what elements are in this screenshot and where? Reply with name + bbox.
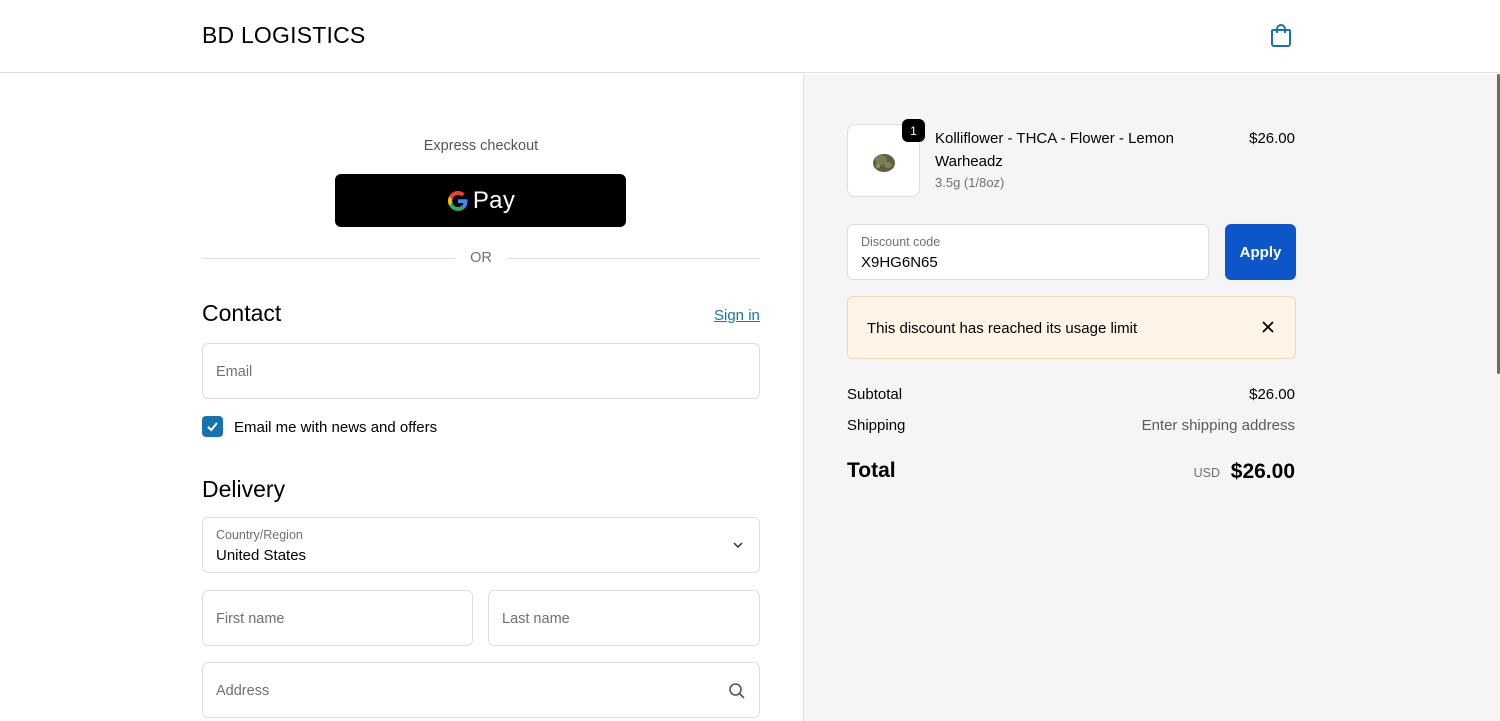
google-pay-button[interactable]: Pay (335, 174, 626, 227)
shipping-label: Shipping (847, 417, 906, 434)
discount-code-value: X9HG6N65 (861, 254, 938, 271)
address-placeholder: Address (216, 683, 270, 699)
total-value: $26.00 (1230, 460, 1295, 483)
product-variant: 3.5g (1/8oz) (935, 175, 1005, 190)
first-name-placeholder: First name (216, 611, 285, 627)
country-select[interactable]: Country/Region United States (202, 517, 760, 573)
email-field[interactable]: Email (202, 343, 760, 399)
apply-discount-button[interactable]: Apply (1225, 224, 1296, 280)
store-logo[interactable]: BD LOGISTICS (202, 22, 365, 49)
email-placeholder: Email (216, 364, 253, 380)
newsletter-checkbox[interactable] (202, 416, 223, 437)
last-name-field[interactable]: Last name (488, 590, 760, 646)
country-value: United States (216, 547, 307, 564)
close-icon[interactable] (1261, 320, 1275, 334)
google-pay-label: Pay (472, 186, 516, 214)
express-checkout-label: Express checkout (423, 138, 539, 154)
divider-line-right (507, 258, 760, 259)
first-name-field[interactable]: First name (202, 590, 473, 646)
product-name: Kolliflower - THCA - Flower - Lemon Warh… (935, 130, 1174, 170)
discount-code-label: Discount code (861, 235, 941, 249)
shipping-value: Enter shipping address (1141, 417, 1295, 434)
order-summary: 1 Kolliflower - THCA - Flower - Lemon Wa… (803, 74, 1500, 721)
discount-code-field[interactable]: Discount code X9HG6N65 (847, 224, 1209, 280)
search-icon (729, 683, 745, 699)
address-field[interactable]: Address (202, 662, 760, 718)
discount-error-banner: This discount has reached its usage limi… (847, 296, 1296, 359)
delivery-heading: Delivery (202, 476, 286, 502)
or-divider: OR (202, 250, 760, 268)
total-currency: USD (1193, 466, 1220, 480)
chevron-down-icon (733, 542, 743, 549)
contact-heading: Contact (202, 300, 282, 326)
shopping-bag-icon[interactable] (1268, 22, 1294, 48)
site-header: BD LOGISTICS (0, 0, 1500, 73)
google-g-icon (447, 190, 468, 211)
country-label: Country/Region (216, 528, 303, 542)
quantity-badge: 1 (902, 119, 925, 142)
sign-in-link[interactable]: Sign in (714, 307, 760, 324)
subtotal-value: $26.00 (1249, 386, 1295, 403)
product-price: $26.00 (1249, 130, 1295, 147)
checkmark-icon (207, 422, 218, 432)
subtotal-label: Subtotal (847, 386, 903, 403)
total-label: Total (847, 459, 896, 482)
checkout-form: Express checkout Pay OR Contact Sign in … (0, 74, 803, 721)
discount-error-text: This discount has reached its usage limi… (867, 320, 1138, 337)
last-name-placeholder: Last name (502, 611, 570, 627)
newsletter-label: Email me with news and offers (234, 419, 438, 436)
